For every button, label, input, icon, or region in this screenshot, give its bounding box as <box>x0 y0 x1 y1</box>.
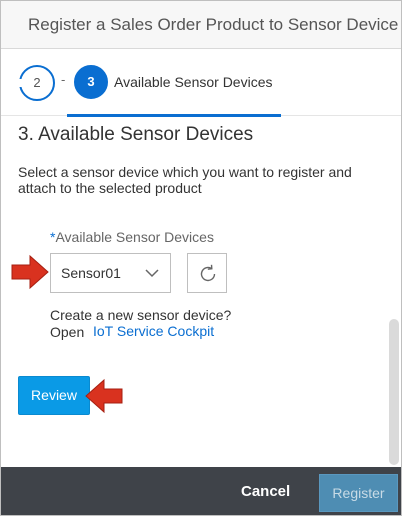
wizard-step-separator: - <box>61 72 66 87</box>
review-button[interactable]: Review <box>18 376 90 415</box>
iot-service-cockpit-link[interactable]: IoT Service Cockpit <box>93 323 214 339</box>
cancel-button[interactable]: Cancel <box>241 483 290 500</box>
wizard-progress-bar <box>67 114 281 117</box>
dialog-footer: Cancel Register <box>1 467 401 515</box>
sensor-devices-label: *Available Sensor Devices <box>50 229 214 245</box>
red-arrow-icon <box>85 378 123 414</box>
wizard-step-2-number: 2 <box>33 75 41 90</box>
dialog-header: Register a Sales Order Product to Sensor… <box>1 1 401 49</box>
sensor-devices-label-text: Available Sensor Devices <box>55 229 214 245</box>
dialog-title: Register a Sales Order Product to Sensor… <box>28 15 399 34</box>
section-title: 3. Available Sensor Devices <box>18 124 254 145</box>
section-description: Select a sensor device which you want to… <box>18 164 352 196</box>
refresh-button[interactable] <box>187 253 227 293</box>
wizard-step-2[interactable]: 2 <box>15 65 55 101</box>
open-text: Open <box>50 324 85 340</box>
red-arrow-icon <box>11 254 49 290</box>
create-device-question: Create a new sensor device? <box>50 307 232 323</box>
sensor-device-selected-value: Sensor01 <box>61 265 121 281</box>
refresh-icon <box>200 264 216 282</box>
register-button[interactable]: Register <box>319 474 398 512</box>
sensor-device-select[interactable]: Sensor01 <box>50 253 171 293</box>
wizard-step-3-label: Available Sensor Devices <box>114 74 273 90</box>
wizard-step-3[interactable]: 3 <box>74 65 108 99</box>
wizard-step-3-number: 3 <box>87 74 95 89</box>
chevron-down-icon <box>145 269 159 278</box>
content-scrollbar[interactable] <box>389 319 399 465</box>
register-dialog: Register a Sales Order Product to Sensor… <box>0 0 402 516</box>
